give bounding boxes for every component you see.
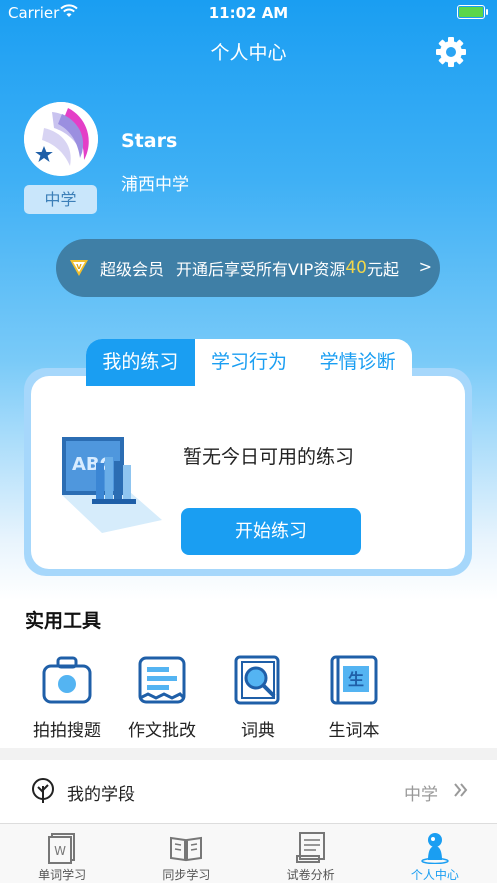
svg-text:W: W — [54, 844, 66, 858]
tabbar-word-learning[interactable]: W 单词学习 — [0, 824, 124, 883]
bottom-tab-bar: W 单词学习 同步学习 试卷分析 个人中心 — [0, 823, 497, 883]
document-icon — [138, 656, 186, 704]
dictionary-search-icon — [234, 655, 280, 705]
tool-label: 拍拍搜题 — [33, 721, 101, 741]
vocab-book-icon: 生 — [330, 655, 378, 705]
tab-my-practice[interactable]: 我的练习 — [86, 339, 195, 386]
gear-icon[interactable] — [435, 36, 467, 68]
tabbar-label: 同步学习 — [162, 868, 211, 882]
start-practice-button[interactable]: 开始练习 — [181, 508, 361, 555]
vip-price-suffix: 元起 — [366, 260, 399, 279]
empty-practice-text: 暂无今日可用的练习 — [183, 446, 355, 468]
word-card-icon: W — [48, 833, 76, 864]
tools-section-title: 实用工具 — [25, 610, 102, 632]
my-stage-row[interactable]: 我的学段 中学 — [0, 760, 497, 822]
tool-label: 作文批改 — [128, 721, 196, 741]
person-icon — [421, 833, 449, 864]
tab-learning-behavior[interactable]: 学习行为 — [195, 339, 304, 386]
tabbar-label: 试卷分析 — [286, 868, 335, 882]
battery-icon — [457, 5, 488, 19]
tool-dictionary[interactable]: 词典 — [208, 654, 308, 741]
page-title: 个人中心 — [210, 42, 287, 64]
tool-label: 词典 — [241, 721, 275, 741]
exam-paper-icon — [295, 832, 325, 863]
vip-description: 开通后享受所有VIP资源 — [176, 260, 346, 279]
abc-board-illustration: ABC — [62, 437, 162, 533]
double-chevron-right-icon — [454, 783, 468, 797]
chevron-right-icon: > — [418, 257, 432, 276]
tabbar-personal-center[interactable]: 个人中心 — [373, 824, 497, 883]
tabbar-label: 单词学习 — [38, 868, 87, 882]
grade-badge: 中学 — [24, 185, 97, 214]
svg-text:生: 生 — [348, 670, 364, 689]
stage-value: 中学 — [404, 785, 438, 805]
tool-photo-search[interactable]: 拍拍搜题 — [17, 654, 117, 741]
clock: 11:02 AM — [208, 4, 289, 22]
section-divider — [0, 748, 497, 760]
svg-text:V: V — [76, 263, 82, 271]
practice-tabs: 我的练习 学习行为 学情诊断 — [86, 339, 412, 386]
school-name: 浦西中学 — [121, 175, 189, 195]
tree-icon — [32, 778, 54, 803]
tabbar-sync-learning[interactable]: 同步学习 — [124, 824, 248, 883]
user-name: Stars — [121, 130, 178, 152]
avatar[interactable] — [24, 102, 98, 176]
camera-icon — [42, 656, 92, 704]
tool-essay-correction[interactable]: 作文批改 — [112, 654, 212, 741]
tab-learning-diagnosis[interactable]: 学情诊断 — [303, 339, 412, 386]
stage-label: 我的学段 — [67, 785, 135, 805]
vip-price: 40 — [345, 258, 367, 278]
tabbar-label: 个人中心 — [410, 868, 459, 882]
tool-label: 生词本 — [328, 721, 380, 741]
vip-diamond-icon: V — [70, 260, 88, 276]
open-book-icon — [170, 836, 203, 862]
tool-vocab-book[interactable]: 生 生词本 — [304, 654, 404, 741]
avatar-image — [24, 102, 98, 176]
status-bar: Carrier 11:02 AM — [0, 0, 497, 26]
tabbar-exam-analysis[interactable]: 试卷分析 — [249, 824, 373, 883]
vip-level: 超级会员 — [100, 260, 165, 279]
vip-banner[interactable]: V 超级会员 开通后享受所有VIP资源 40 元起 > — [56, 239, 440, 297]
